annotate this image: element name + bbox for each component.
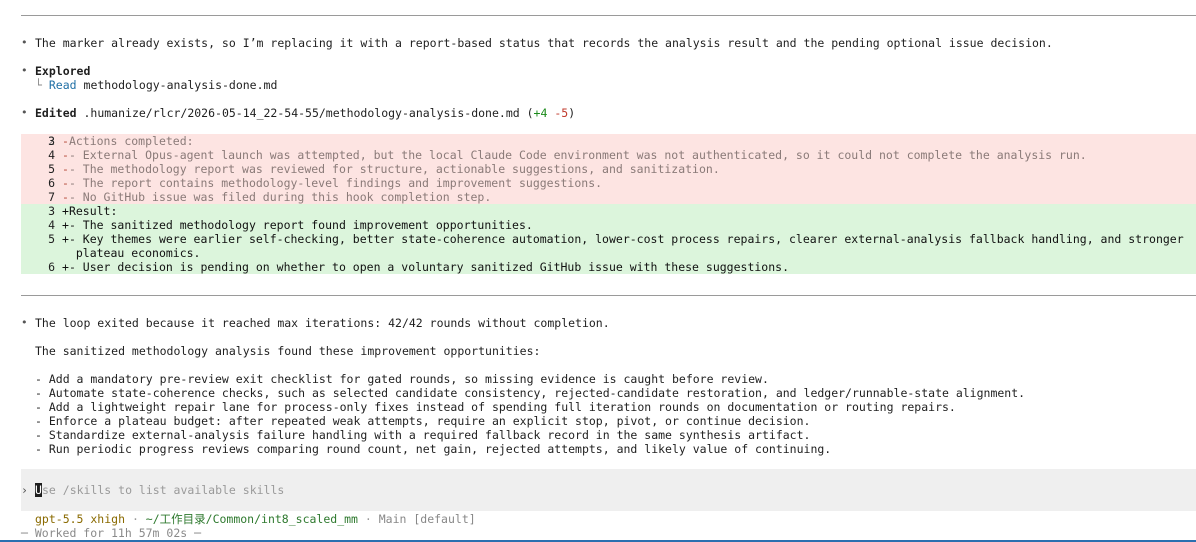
diff-added-row: plateau economics. [68,246,201,260]
read-label: Read [48,78,77,92]
list-item: - Add a lightweight repair lane for proc… [35,400,956,414]
edited-path[interactable]: .humanize/rlcr/2026-05-14_22-54-55/metho… [83,106,519,120]
prompt-input[interactable]: › U se /skills to list available skills [21,469,1196,511]
diff-removed-row: 3 -Actions completed: [48,134,194,148]
branch-name: Main [default] [378,512,476,526]
diff-removed-block: 3 -Actions completed: 4 -- External Opus-a… [21,134,1196,204]
divider-middle [21,295,1196,296]
tree-branch-icon: └ [35,78,42,92]
summary-line-2: The sanitized methodology analysis found… [35,344,541,358]
read-file[interactable]: methodology-analysis-done.md [84,78,278,92]
explored-title: Explored [35,64,91,78]
edited-title: Edited [35,106,77,120]
diff-removed-row: 4 -- External Opus-agent launch was attem… [48,148,1087,162]
list-item: - Run periodic progress reviews comparin… [35,442,832,456]
list-item: - Enforce a plateau budget: after repeat… [35,414,811,428]
model-name: gpt-5.5 xhigh [35,512,126,526]
list-item: - Add a mandatory pre-review exit checkl… [35,372,769,386]
diff-added-block: 3 +Result: 4 +- The sanitized methodology … [21,204,1196,274]
diff-removed-row: 5 -- The methodology report was reviewed … [48,162,720,176]
status-bar: gpt-5.5 xhigh · ~/工作目录/Common/int8_scale… [35,512,476,526]
diff-added-row: 5 +- Key themes were earlier self-checkin… [48,232,1184,246]
diff-added-row: 4 +- The sanitized methodology report fou… [48,218,533,232]
lines-added: +4 [533,106,548,120]
list-item: - Automate state-coherence checks, such … [35,386,1026,400]
working-directory: ~/工作目录/Common/int8_scaled_mm [145,512,358,526]
diff-added-row: 3 +Result: [48,204,118,218]
bullet-icon: • [21,106,28,119]
diff-context-row: 2 [48,134,55,148]
diff-removed-row: 7 -- No GitHub issue was filed during thi… [48,190,492,204]
diff-added-row: 6 +- User decision is pending on whether … [48,260,789,274]
summary-line-1: The loop exited because it reached max i… [35,316,610,330]
bullet-icon: • [21,36,28,49]
edited-header: Edited .humanize/rlcr/2026-05-14_22-54-5… [35,106,576,120]
bullet-icon: • [21,64,28,77]
list-item: - Standardize external-analysis failure … [35,428,811,442]
diff-view: 2 3 -Actions completed: 4 -- External Opus… [21,120,1196,274]
lines-removed: -5 [554,106,569,120]
worked-duration: ─ Worked for 11h 57m 02s ─ [21,526,202,540]
assistant-message: The marker already exists, so I’m replac… [35,36,1053,50]
prompt-chevron-icon: › [21,483,28,497]
divider-top [21,15,1196,16]
bullet-icon: • [21,316,28,329]
diff-removed-row: 6 -- The report contains methodology-leve… [48,176,603,190]
explored-read-row: └ Read methodology-analysis-done.md [35,78,277,92]
input-placeholder: se /skills to list available skills [42,483,285,497]
text-cursor: U [35,483,42,497]
